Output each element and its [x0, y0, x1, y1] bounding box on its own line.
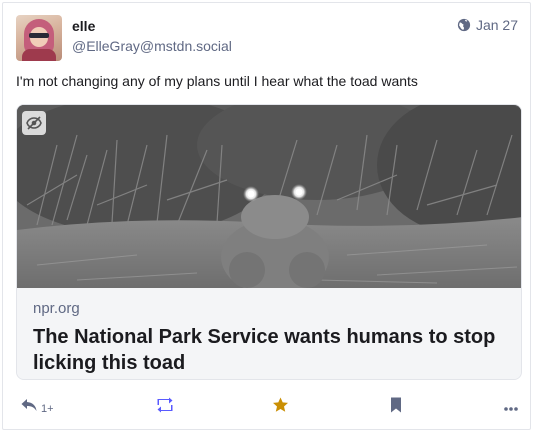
star-icon — [272, 397, 289, 418]
ellipsis-icon — [504, 398, 518, 416]
status-meta: Jan 27 — [457, 17, 518, 33]
eye-slash-icon — [26, 116, 42, 130]
more-options-button[interactable] — [504, 395, 518, 419]
link-preview-card[interactable]: npr.org The National Park Service wants … — [16, 104, 522, 380]
display-name[interactable]: elle — [72, 17, 232, 35]
reply-icon — [20, 397, 38, 418]
retweet-icon — [155, 397, 175, 418]
author-names[interactable]: elle @ElleGray@mstdn.social — [72, 17, 232, 56]
favourite-button[interactable] — [272, 395, 289, 419]
card-image[interactable] — [17, 105, 521, 288]
status-card: elle @ElleGray@mstdn.social Jan 27 I'm n… — [2, 2, 531, 430]
card-host: npr.org — [33, 300, 80, 317]
reply-count: 1+ — [41, 403, 54, 415]
card-body[interactable]: npr.org The National Park Service wants … — [17, 288, 521, 379]
hide-media-button[interactable] — [22, 111, 46, 135]
reply-button[interactable]: 1+ — [20, 395, 54, 419]
boost-button[interactable] — [155, 395, 175, 419]
status-action-bar: 1+ — [16, 395, 522, 419]
globe-icon — [457, 18, 471, 32]
card-title[interactable]: The National Park Service wants humans t… — [33, 324, 503, 376]
status-header: elle @ElleGray@mstdn.social Jan 27 — [16, 15, 518, 61]
account-handle[interactable]: @ElleGray@mstdn.social — [72, 36, 232, 56]
status-content: I'm not changing any of my plans until I… — [16, 73, 418, 89]
avatar[interactable] — [16, 15, 62, 61]
bookmark-button[interactable] — [390, 395, 402, 419]
bookmark-icon — [390, 397, 402, 418]
status-date[interactable]: Jan 27 — [476, 17, 518, 33]
